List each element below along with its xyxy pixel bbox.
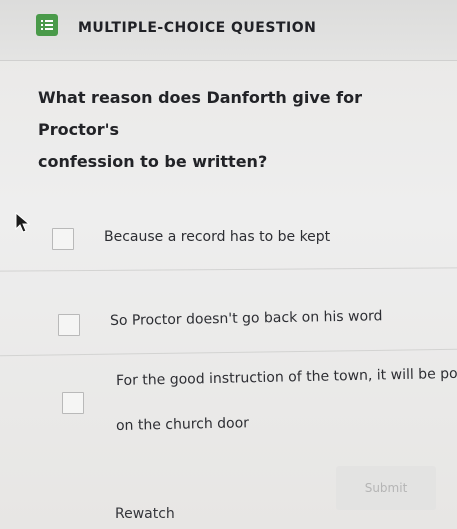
question-line-1: What reason does Danforth give for Proct…: [38, 88, 363, 139]
question-line-2: confession to be written?: [38, 152, 268, 171]
option-2-text: So Proctor doesn't go back on his word: [109, 308, 383, 329]
list-icon: [36, 14, 58, 36]
question-header: MULTIPLE-CHOICE QUESTION: [0, 0, 457, 61]
option-3-text-line-2: on the church door: [115, 415, 250, 434]
question-type-label: MULTIPLE-CHOICE QUESTION: [78, 20, 317, 36]
question-prompt: What reason does Danforth give for Proct…: [38, 82, 438, 178]
option-1-text: Because a record has to be kept: [104, 229, 331, 245]
submit-button[interactable]: Submit: [336, 466, 436, 510]
option-3-text-line-1: For the good instruction of the town, it…: [115, 365, 457, 389]
answer-option-1[interactable]: Because a record has to be kept: [0, 220, 457, 270]
option-1-checkbox[interactable]: [52, 228, 74, 250]
rewatch-button[interactable]: Rewatch: [115, 506, 175, 522]
option-2-checkbox[interactable]: [58, 314, 80, 336]
answer-option-3[interactable]: For the good instruction of the town, it…: [0, 366, 457, 446]
option-3-checkbox[interactable]: [62, 392, 84, 414]
